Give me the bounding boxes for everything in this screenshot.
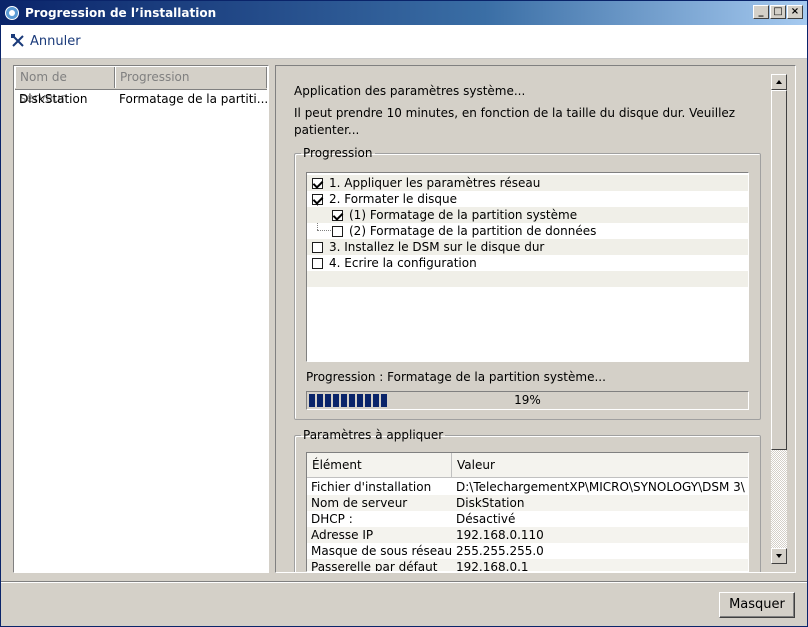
step-label: 4. Ecrire la configuration: [329, 256, 477, 270]
param-value: 192.168.0.1: [456, 560, 529, 572]
param-value: D:\TelechargementXP\MICRO\SYNOLOGY\DSM 3…: [456, 480, 745, 494]
step-format-system-partition[interactable]: (1) Formatage de la partition système: [307, 207, 748, 223]
param-value: Désactivé: [456, 512, 516, 526]
param-item: Masque de sous réseau: [311, 544, 452, 558]
status-line-3: patienter...: [294, 123, 360, 137]
step-format-disk[interactable]: 2. Formater le disque: [312, 191, 457, 207]
window-title: Progression de l’installation: [25, 6, 217, 20]
installation-window: Progression de l’installation _ □ × Annu…: [0, 0, 808, 627]
scroll-down-button[interactable]: [771, 548, 787, 564]
step-format-data-partition[interactable]: (2) Formatage de la partition de données: [332, 223, 596, 239]
params-table-header: Élément Valeur: [307, 453, 748, 478]
step-label: 3. Installez le DSM sur le disque dur: [329, 240, 545, 254]
vertical-scrollbar[interactable]: [771, 74, 787, 564]
server-list-header: Nom de serveur Progression: [15, 67, 267, 105]
step-label: 1. Appliquer les paramètres réseau: [329, 176, 541, 190]
param-item: Adresse IP: [311, 528, 374, 542]
column-header-server-name[interactable]: Nom de serveur: [15, 67, 115, 105]
hide-button[interactable]: Masquer: [719, 592, 795, 618]
progress-label: Progression : Formatage de la partition …: [306, 370, 606, 384]
table-row[interactable]: Fichier d'installation D:\Telechargement…: [307, 479, 748, 495]
server-progress: Formatage de la partiti...: [119, 92, 267, 106]
step-checkbox-checked: [312, 177, 323, 189]
param-item: DHCP :: [311, 512, 353, 526]
step-checkbox-checked: [332, 209, 343, 221]
progress-percent: 19%: [514, 393, 541, 407]
step-write-config[interactable]: 4. Ecrire la configuration: [312, 255, 477, 271]
cancel-button[interactable]: Annuler: [11, 31, 81, 51]
step-label: (2) Formatage de la partition de données: [349, 224, 597, 238]
steps-list: 1. Appliquer les paramètres réseau 2. Fo…: [306, 172, 749, 362]
progression-legend: Progression: [303, 146, 373, 160]
params-legend: Paramètres à appliquer: [303, 428, 444, 442]
cancel-tools-icon: [11, 34, 24, 47]
footer-separator: [1, 581, 807, 583]
synology-assistant-icon: [5, 6, 19, 20]
server-row[interactable]: DiskStation Formatage de la partiti...: [15, 90, 267, 108]
table-row[interactable]: Passerelle par défaut 192.168.0.1: [307, 559, 748, 572]
param-value: DiskStation: [456, 496, 525, 510]
maximize-button[interactable]: □: [770, 5, 786, 19]
scroll-up-button[interactable]: [771, 74, 787, 90]
step-install-dsm[interactable]: 3. Installez le DSM sur le disque dur: [307, 239, 748, 255]
table-row[interactable]: Masque de sous réseau 255.255.255.0: [307, 543, 748, 559]
param-item: Fichier d'installation: [311, 480, 432, 494]
step-checkbox-unchecked: [332, 225, 343, 237]
details-panel: Application des paramètres système... Il…: [275, 65, 796, 573]
progress-bar: 19%: [306, 391, 749, 410]
cancel-label: Annuler: [30, 33, 81, 49]
server-name: DiskStation: [19, 92, 88, 106]
step-apply-network[interactable]: 1. Appliquer les paramètres réseau: [307, 175, 748, 191]
params-table: Élément Valeur Fichier d'installation D:…: [306, 452, 749, 572]
status-line-2: Il peut prendre 10 minutes, en fonction …: [294, 106, 736, 120]
param-value: 255.255.255.0: [456, 544, 544, 558]
table-row[interactable]: Adresse IP 192.168.0.110: [307, 527, 748, 543]
param-value: 192.168.0.110: [456, 528, 544, 542]
table-row[interactable]: DHCP : Désactivé: [307, 511, 748, 527]
step-label: (1) Formatage de la partition système: [349, 208, 578, 222]
minimize-button[interactable]: _: [753, 5, 769, 19]
column-header-value[interactable]: Valeur: [452, 453, 748, 477]
column-header-element[interactable]: Élément: [307, 453, 452, 477]
toolbar: Annuler: [1, 25, 807, 59]
tree-connector: [317, 230, 331, 231]
step-checkbox-unchecked: [312, 241, 323, 253]
close-button[interactable]: ×: [787, 5, 803, 19]
table-row[interactable]: Nom de serveur DiskStation: [307, 495, 748, 511]
status-line-1: Application des paramètres système...: [294, 84, 526, 98]
column-header-progress[interactable]: Progression: [115, 67, 267, 88]
param-item: Passerelle par défaut: [311, 560, 438, 572]
step-checkbox-unchecked: [312, 257, 323, 269]
scroll-thumb[interactable]: [771, 90, 787, 450]
server-list: Nom de serveur Progression DiskStation F…: [13, 65, 269, 573]
title-bar[interactable]: Progression de l’installation _ □ ×: [1, 1, 807, 25]
step-label: 2. Formater le disque: [329, 192, 458, 206]
empty-row: [307, 271, 748, 287]
step-checkbox-checked: [312, 193, 323, 205]
param-item: Nom de serveur: [311, 496, 408, 510]
